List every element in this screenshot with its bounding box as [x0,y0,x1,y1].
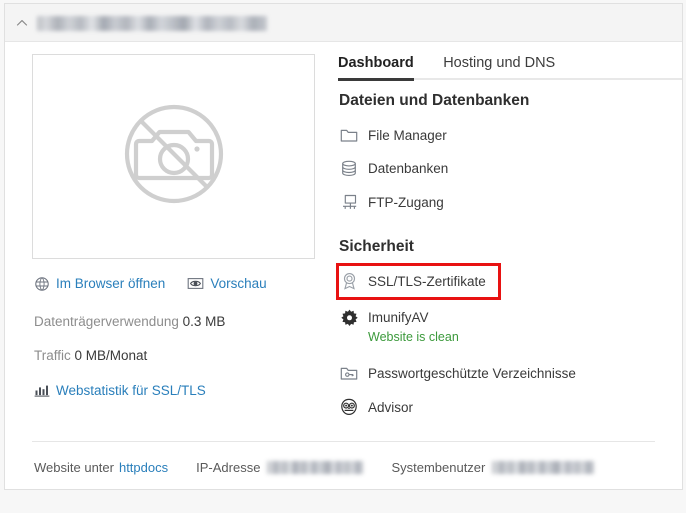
no-screenshot-camera-icon [115,95,233,218]
eye-icon [187,275,204,292]
card-header [5,4,682,42]
site-action-links: Im Browser öffnen Vorschau [33,275,267,292]
preview-link[interactable]: Vorschau [187,275,267,292]
footer-system-user: Systembenutzer [391,460,595,475]
footer-sysuser-label: Systembenutzer [391,460,486,475]
tab-bar: Dashboard Hosting und DNS [338,50,682,82]
tab-dashboard[interactable]: Dashboard [338,55,414,81]
section-title-files: Dateien und Datenbanken [339,92,530,109]
footer-ip-label: IP-Adresse [196,460,261,475]
ftp-monitor-icon [339,192,359,212]
folder-key-icon [339,363,359,383]
globe-icon [33,275,50,292]
menu-item-ftp-access[interactable]: FTP-Zugang [339,192,444,212]
preview-label: Vorschau [210,276,267,291]
card-body: Im Browser öffnen Vorschau Datenträgerve… [5,42,682,442]
ip-address-redacted [267,461,364,474]
section-title-security: Sicherheit [339,238,414,255]
imunifyav-status-badge: Website is clean [368,330,459,344]
website-card: Im Browser öffnen Vorschau Datenträgerve… [4,3,683,490]
traffic-row: Traffic 0 MB/Monat [34,348,147,363]
menu-item-imunifyav[interactable]: ImunifyAV [339,307,429,327]
folder-icon [339,125,359,145]
advisor-owl-icon [339,397,359,417]
menu-item-label: FTP-Zugang [368,194,444,210]
footer-divider [32,441,655,442]
disk-usage-label: Datenträgerverwendung [34,314,179,329]
domain-name-redacted[interactable] [37,16,267,31]
open-in-browser-link[interactable]: Im Browser öffnen [33,275,165,292]
httpdocs-link[interactable]: httpdocs [119,460,168,475]
menu-item-password-protected-directories[interactable]: Passwortgeschützte Verzeichnisse [339,363,576,383]
system-user-redacted [492,461,595,474]
plesk-website-card-page: Im Browser öffnen Vorschau Datenträgerve… [0,0,686,513]
menu-item-file-manager[interactable]: File Manager [339,125,447,145]
webstatistics-label: Webstatistik für SSL/TLS [56,383,206,398]
left-column: Im Browser öffnen Vorschau Datenträgerve… [5,42,323,442]
menu-item-advisor[interactable]: Advisor [339,397,413,417]
site-thumbnail[interactable] [32,54,315,259]
footer-ip-address: IP-Adresse [196,460,364,475]
tab-hosting-und-dns[interactable]: Hosting und DNS [443,55,555,80]
disk-usage-row: Datenträgerverwendung 0.3 MB [34,314,225,329]
menu-item-label: ImunifyAV [368,309,429,325]
menu-item-label: Passwortgeschützte Verzeichnisse [368,365,576,381]
footer-website-label: Website unter [34,460,114,475]
chevron-up-icon[interactable] [15,16,29,30]
menu-item-ssl-tls-certificates[interactable]: SSL/TLS-Zertifikate [339,271,486,291]
footer-website-root: Website unter httpdocs [34,460,168,475]
menu-item-label: File Manager [368,127,447,143]
traffic-label: Traffic [34,348,71,363]
open-in-browser-label: Im Browser öffnen [56,276,166,291]
bar-chart-icon [33,382,50,399]
webstatistics-link[interactable]: Webstatistik für SSL/TLS [33,382,206,399]
menu-item-label: Advisor [368,399,414,415]
card-footer: Website unter httpdocs IP-Adresse System… [5,441,682,489]
footer-info-row: Website unter httpdocs IP-Adresse System… [34,460,622,475]
database-icon [339,158,359,178]
right-column: Dashboard Hosting und DNS Dateien und Da… [323,42,682,442]
menu-item-label: SSL/TLS-Zertifikate [368,273,486,289]
certificate-rosette-icon [339,271,359,291]
menu-item-databases[interactable]: Datenbanken [339,158,448,178]
imunify-gear-icon [339,307,359,327]
disk-usage-value: 0.3 MB [182,314,226,329]
traffic-value: 0 MB/Monat [74,348,148,363]
menu-item-label: Datenbanken [368,160,449,176]
